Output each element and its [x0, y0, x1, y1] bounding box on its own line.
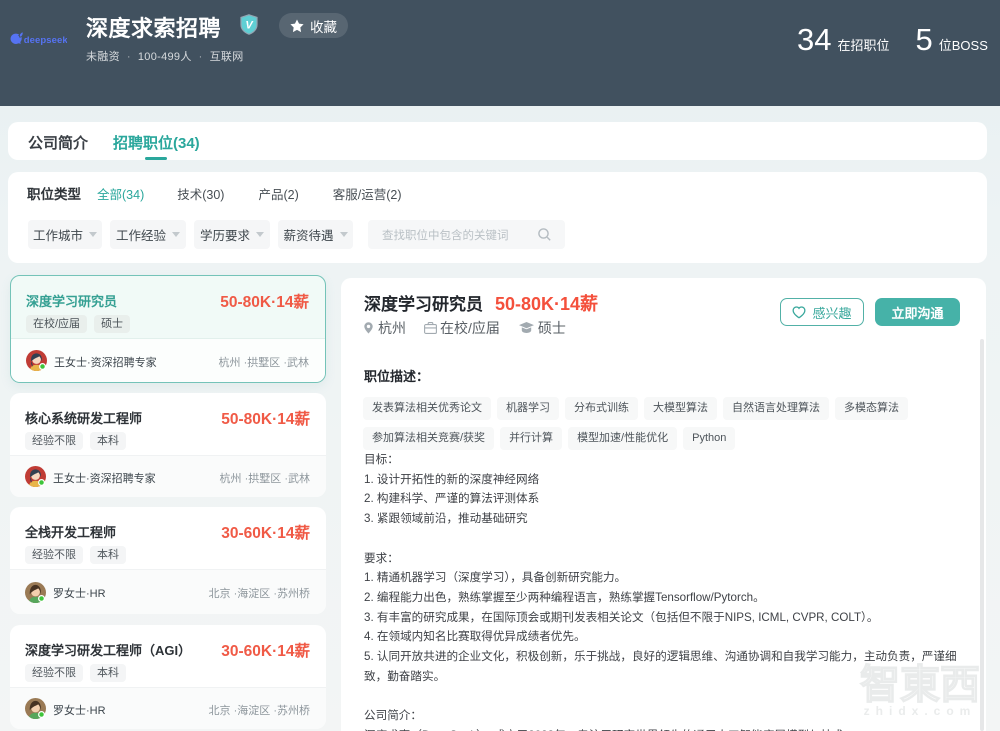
svg-text:deepseek: deepseek — [24, 34, 67, 45]
